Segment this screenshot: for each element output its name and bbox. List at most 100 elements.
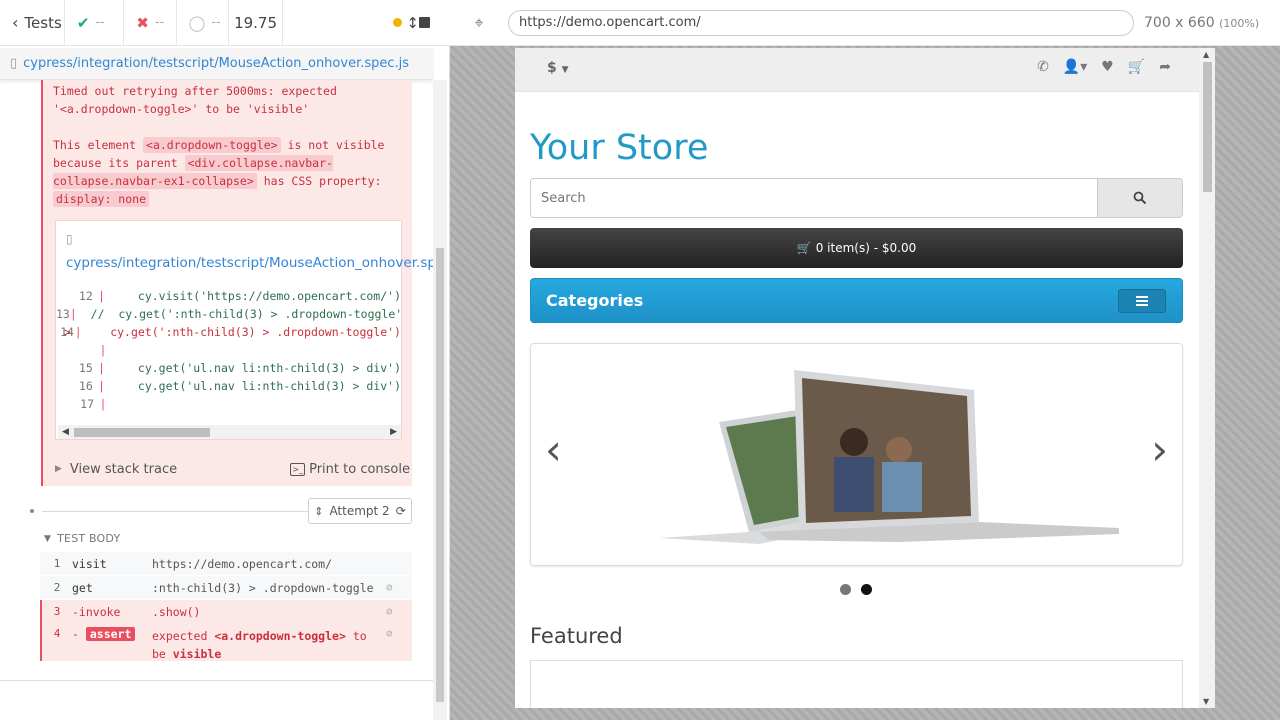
selector-playground-button[interactable]: ⌖	[450, 13, 508, 33]
cart-icon: 🛒	[796, 241, 812, 255]
featured-product-box	[530, 660, 1183, 708]
scroll-thumb[interactable]	[1203, 62, 1212, 192]
code-line: 17 |	[56, 395, 401, 411]
scroll-thumb[interactable]	[74, 428, 210, 437]
pagination-dot-active[interactable]	[861, 584, 872, 595]
code-frame-link[interactable]: ▯ cypress/integration/testscript/MouseAc…	[66, 227, 433, 275]
top-links: ✆ 👤▾ ♥ 🛒 ➦	[1037, 59, 1171, 75]
attempt-dot	[30, 509, 34, 513]
print-to-console-button[interactable]: >_ Print to console	[290, 462, 412, 477]
command-row[interactable]: 2 get :nth-child(3) > .dropdown-toggle ⊘	[40, 576, 412, 599]
reporter-scrollbar[interactable]	[433, 80, 447, 720]
code-gutter-bar: |	[69, 307, 77, 321]
check-icon: ✔	[76, 13, 90, 32]
run-controls: ↕	[283, 0, 450, 46]
slideshow-pagination	[840, 584, 872, 595]
command-row[interactable]: 3 -invoke .show() ⊘	[40, 600, 412, 623]
categories-label: Categories	[546, 291, 644, 310]
command-log: 1 visit https://demo.opencart.com/ 2 get…	[40, 552, 412, 661]
user-icon[interactable]: 👤▾	[1063, 59, 1087, 75]
code-line-marker: >	[64, 325, 71, 339]
error-actions: ▶ View stack trace >_ Print to console	[43, 452, 412, 486]
scroll-left-icon[interactable]: ◀	[62, 425, 69, 439]
chevron-left-icon[interactable]: ‹	[545, 429, 562, 471]
code-gutter-bar: |	[74, 325, 82, 339]
code-source: cy.get(':nth-child(3) > .dropdown-toggle…	[82, 325, 401, 339]
search-icon	[1133, 191, 1147, 205]
caret-down-icon: ▼	[561, 65, 569, 75]
code-source: cy.get('ul.nav li:nth-child(3) > div')	[110, 379, 401, 393]
aut-scrollbar[interactable]: ▲ ▼	[1199, 48, 1215, 708]
test-body-header[interactable]: ▼ TEST BODY	[44, 532, 120, 545]
featured-heading: Featured	[530, 624, 623, 648]
category-menu: Categories	[530, 278, 1183, 323]
url-input[interactable]	[508, 9, 1134, 36]
reporter-footer	[0, 680, 433, 720]
store-search	[530, 178, 1183, 218]
scroll-down-icon[interactable]: ▼	[1203, 697, 1209, 706]
command-row[interactable]: 4 - assert expected <a.dropdown-toggle> …	[40, 623, 412, 661]
error-block: Timed out retrying after 5000ms: expecte…	[41, 80, 433, 486]
search-button[interactable]	[1098, 178, 1183, 218]
pending-count: ◯ --	[177, 0, 229, 46]
element-chip: <a.dropdown-toggle>	[143, 137, 281, 153]
code-line-number: 17	[80, 397, 94, 411]
view-stack-trace[interactable]: ▶ View stack trace	[55, 462, 177, 477]
code-source: cy.visit('https://demo.opencart.com/')	[110, 289, 401, 303]
code-gutter-bar: |	[98, 289, 105, 303]
code-gutter-bar: |	[98, 361, 105, 375]
cart-icon[interactable]: 🛒	[1128, 59, 1145, 75]
code-line: >14 | cy.get(':nth-child(3) > .dropdown-t…	[56, 323, 401, 341]
pagination-dot[interactable]	[840, 584, 851, 595]
crosshair-icon: ⌖	[474, 12, 484, 32]
command-row[interactable]: 1 visit https://demo.opencart.com/	[40, 552, 412, 575]
code-source: cy.get('ul.nav li:nth-child(3) > div')	[110, 361, 401, 375]
heart-icon[interactable]: ♥	[1101, 59, 1114, 75]
search-input[interactable]	[530, 178, 1098, 218]
viewport-info[interactable]: 700 x 660 (100%)	[1144, 15, 1259, 31]
status-dot-icon	[393, 18, 403, 27]
scroll-up-icon[interactable]: ▲	[1203, 50, 1209, 59]
spec-path[interactable]: cypress/integration/testscript/MouseActi…	[23, 56, 409, 71]
tests-label: Tests	[24, 13, 62, 32]
spec-file-bar[interactable]: ▯ cypress/integration/testscript/MouseAc…	[0, 48, 433, 80]
slideshow: ‹ ›	[530, 343, 1183, 566]
attempt-row: ⇕ Attempt 2 ⟳	[28, 498, 413, 524]
runnable-content: Timed out retrying after 5000ms: expecte…	[0, 80, 433, 680]
store-logo[interactable]: Your Store	[530, 128, 708, 168]
code-line: 13 | // cy.get(':nth-child(3) > .dropdown…	[56, 305, 401, 323]
phone-icon[interactable]: ✆	[1037, 59, 1049, 75]
bars-icon	[1136, 296, 1148, 298]
auto-scroll-toggle[interactable]: ↕	[393, 14, 419, 32]
cart-button[interactable]: 🛒 0 item(s) - $0.00	[530, 228, 1183, 268]
chevron-right-icon[interactable]: ›	[1151, 429, 1168, 471]
code-gutter-bar: |	[99, 343, 107, 357]
arrows-vertical-icon: ↕	[406, 13, 419, 32]
code-frame: ▯ cypress/integration/testscript/MouseAc…	[55, 220, 433, 440]
caret-down-icon: ▼	[44, 533, 52, 544]
tests-button[interactable]: ‹ Tests	[0, 0, 65, 46]
eye-slash-icon: ⊘	[386, 627, 393, 640]
retry-icon: ⟳	[395, 504, 406, 518]
code-gutter-bar: |	[99, 397, 107, 411]
code-line-number: 15	[78, 361, 93, 375]
aut-area: $ ▼ ✆ 👤▾ ♥ 🛒 ➦ Your Store 🛒	[450, 46, 1280, 720]
attempt-2-button[interactable]: ⇕ Attempt 2 ⟳	[308, 498, 412, 524]
currency-dropdown[interactable]: $ ▼	[547, 60, 569, 76]
code-horizontal-scrollbar[interactable]: ◀ ▶	[58, 425, 401, 439]
menu-toggle-button[interactable]	[1118, 289, 1166, 313]
caret-right-icon: ▶	[55, 464, 62, 474]
terminal-icon: >_	[290, 462, 306, 476]
store-top-bar: $ ▼ ✆ 👤▾ ♥ 🛒 ➦	[515, 48, 1199, 92]
scroll-right-icon[interactable]: ▶	[390, 425, 397, 439]
code-line-number: 13	[56, 307, 70, 321]
code-line: |	[56, 341, 401, 359]
code-line-number	[56, 341, 94, 359]
share-icon[interactable]: ➦	[1159, 59, 1171, 75]
scroll-thumb[interactable]	[436, 248, 444, 702]
stop-button[interactable]	[418, 17, 430, 28]
aut-header: ⌖ 700 x 660 (100%)	[450, 0, 1280, 46]
code-source: // cy.get(':nth-child(3) > .dropdown-tog…	[76, 307, 401, 321]
eye-slash-icon: ⊘	[386, 605, 393, 618]
code-line: 16 | cy.get('ul.nav li:nth-child(3) > div…	[56, 377, 401, 395]
